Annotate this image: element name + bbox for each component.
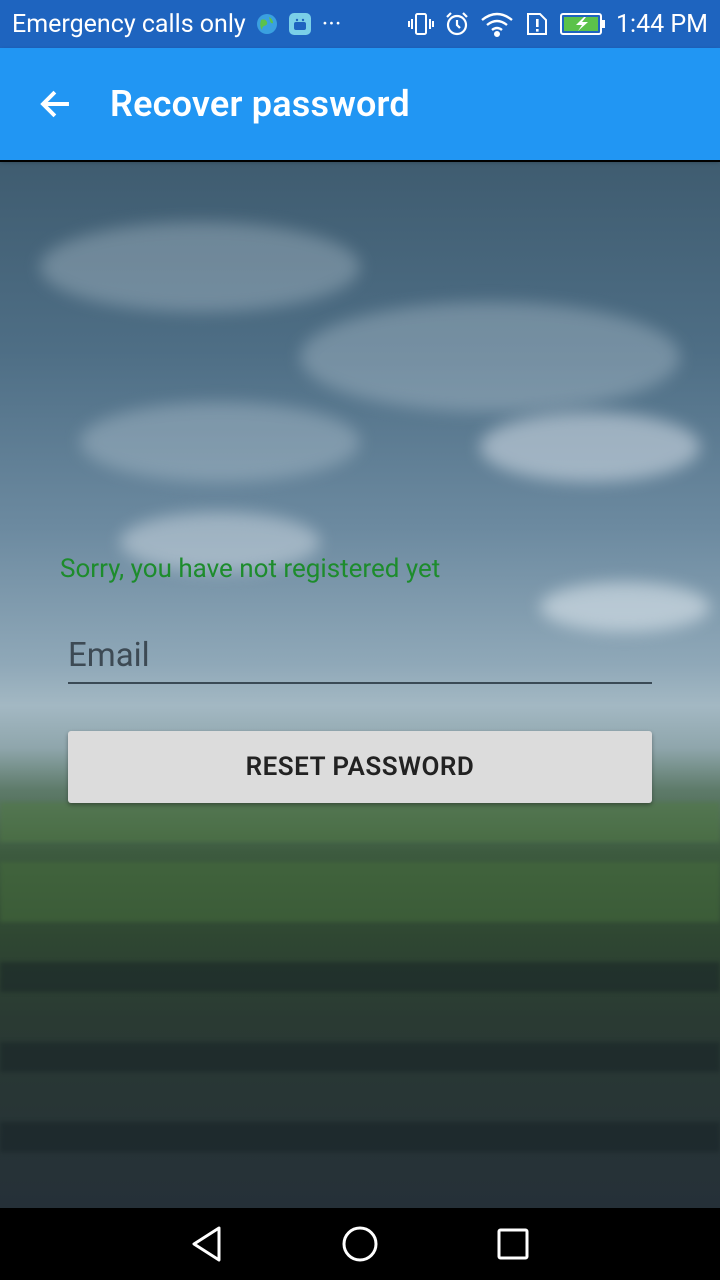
nav-recents-button[interactable] (473, 1208, 553, 1280)
arrow-back-icon (40, 90, 69, 118)
sim-alert-icon (524, 11, 550, 37)
app-bar: Recover password (0, 48, 720, 160)
carrier-text: Emergency calls only (12, 9, 246, 39)
alarm-icon (444, 11, 470, 37)
home-circle-icon (342, 1226, 378, 1262)
more-icon: ··· (321, 9, 342, 39)
status-left: Emergency calls only ··· (12, 10, 341, 39)
navigation-bar (0, 1208, 720, 1280)
status-time: 1:44 PM (615, 9, 708, 39)
globe-icon (256, 13, 278, 35)
recents-square-icon (497, 1228, 529, 1260)
status-right: 1:44 PM (407, 9, 708, 39)
vibrate-icon (407, 11, 434, 37)
reset-password-button[interactable]: RESET PASSWORD (68, 731, 652, 803)
background-image (0, 162, 720, 1208)
nav-home-button[interactable] (320, 1208, 400, 1280)
status-bar: Emergency calls only ··· 1:44 PM (0, 0, 720, 48)
back-triangle-icon (192, 1226, 221, 1262)
page-title: Recover password (110, 83, 410, 125)
nav-back-button[interactable] (167, 1208, 247, 1280)
error-message: Sorry, you have not registered yet (60, 554, 441, 584)
email-field[interactable] (68, 628, 652, 684)
android-icon (288, 12, 312, 36)
back-button[interactable] (0, 48, 110, 160)
wifi-icon (480, 11, 514, 37)
battery-charging-icon (559, 12, 606, 36)
